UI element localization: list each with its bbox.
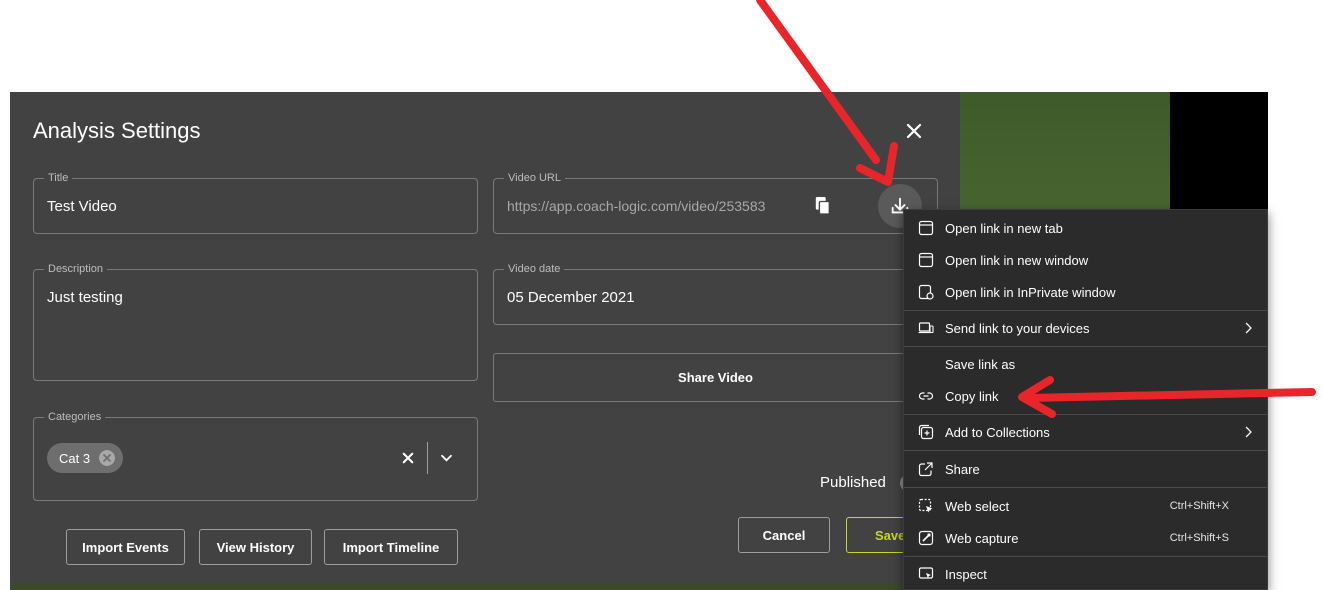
video-strip <box>10 583 960 590</box>
menu-separator <box>904 450 1267 451</box>
menu-separator <box>904 346 1267 347</box>
cancel-button[interactable]: Cancel <box>738 517 830 553</box>
menu-item-send-devices[interactable]: Send link to your devices <box>904 313 1267 343</box>
video-date-field[interactable]: Video date 05 December 2021 <box>493 263 938 325</box>
devices-icon <box>918 322 934 334</box>
video-url-label: Video URL <box>504 172 565 184</box>
title-value: Test Video <box>47 198 117 215</box>
description-field[interactable]: Description Just testing <box>33 263 478 381</box>
menu-item-label: Inspect <box>945 566 987 582</box>
menu-item-label: Copy link <box>945 388 999 404</box>
video-date-label: Video date <box>504 263 565 275</box>
video-url-value: https://app.coach-logic.com/video/253583 <box>507 198 766 214</box>
menu-item-web-select[interactable]: Web select Ctrl+Shift+X <box>904 491 1267 521</box>
menu-item-copy-link[interactable]: Copy link <box>904 381 1267 411</box>
menu-item-label: Web capture <box>945 530 1019 546</box>
chevron-down-icon[interactable] <box>440 454 453 463</box>
video-url-field[interactable]: Video URL https://app.coach-logic.com/vi… <box>493 172 938 234</box>
copy-icon[interactable] <box>814 196 832 216</box>
web-capture-icon <box>918 530 934 546</box>
categories-field[interactable]: Categories Cat 3 <box>33 411 478 501</box>
category-chip-label: Cat 3 <box>59 450 91 466</box>
view-history-button[interactable]: View History <box>199 529 312 565</box>
share-video-button[interactable]: Share Video <box>493 353 938 402</box>
menu-item-label: Web select <box>945 498 1010 514</box>
menu-separator <box>904 414 1267 415</box>
analysis-settings-dialog: Analysis Settings Title Test Video Descr… <box>10 92 960 583</box>
description-label: Description <box>44 263 108 275</box>
description-value: Just testing <box>47 289 123 306</box>
import-timeline-button[interactable]: Import Timeline <box>324 529 458 565</box>
menu-item-share[interactable]: Share <box>904 454 1267 484</box>
menu-item-open-new-tab[interactable]: Open link in new tab <box>904 213 1267 243</box>
menu-item-web-capture[interactable]: Web capture Ctrl+Shift+S <box>904 523 1267 553</box>
import-events-button[interactable]: Import Events <box>66 529 185 565</box>
save-button-label: Save <box>875 527 906 543</box>
select-divider <box>427 442 428 474</box>
chevron-right-icon <box>1245 426 1252 438</box>
link-icon <box>918 392 934 400</box>
new-window-icon <box>918 252 934 268</box>
context-menu: Open link in new tab Open link in new wi… <box>903 209 1268 590</box>
title-field[interactable]: Title Test Video <box>33 172 478 234</box>
menu-item-open-inprivate[interactable]: Open link in InPrivate window <box>904 277 1267 307</box>
inspect-icon <box>918 567 934 579</box>
new-tab-icon <box>918 220 934 236</box>
dialog-title: Analysis Settings <box>33 118 201 143</box>
menu-separator <box>904 556 1267 557</box>
title-label: Title <box>44 172 73 184</box>
inprivate-icon <box>918 284 934 300</box>
remove-chip-icon[interactable] <box>99 450 115 466</box>
menu-item-label: Open link in new window <box>945 252 1089 268</box>
menu-item-inspect[interactable]: Inspect <box>904 559 1267 589</box>
menu-separator <box>904 487 1267 488</box>
close-icon[interactable] <box>903 120 925 142</box>
menu-item-add-collections[interactable]: Add to Collections <box>904 417 1267 447</box>
menu-item-save-link-as[interactable]: Save link as <box>904 349 1267 379</box>
menu-item-label: Share <box>945 461 980 477</box>
web-select-icon <box>918 498 933 513</box>
published-label: Published <box>820 474 886 491</box>
menu-item-label: Add to Collections <box>945 424 1050 440</box>
menu-item-label: Open link in new tab <box>945 220 1063 236</box>
menu-item-label: Save link as <box>945 356 1016 372</box>
menu-item-shortcut: Ctrl+Shift+S <box>1169 532 1229 544</box>
menu-item-shortcut: Ctrl+Shift+X <box>1169 500 1229 512</box>
menu-separator <box>904 310 1267 311</box>
video-date-value: 05 December 2021 <box>507 289 635 306</box>
menu-item-open-new-window[interactable]: Open link in new window <box>904 245 1267 275</box>
menu-item-label: Send link to your devices <box>945 320 1090 336</box>
categories-label: Categories <box>44 411 106 423</box>
clear-icon[interactable] <box>402 452 414 464</box>
share-icon <box>918 462 933 477</box>
category-chip[interactable]: Cat 3 <box>47 443 123 473</box>
menu-item-label: Open link in InPrivate window <box>945 284 1116 300</box>
chevron-right-icon <box>1245 322 1252 334</box>
collections-icon <box>918 424 934 440</box>
